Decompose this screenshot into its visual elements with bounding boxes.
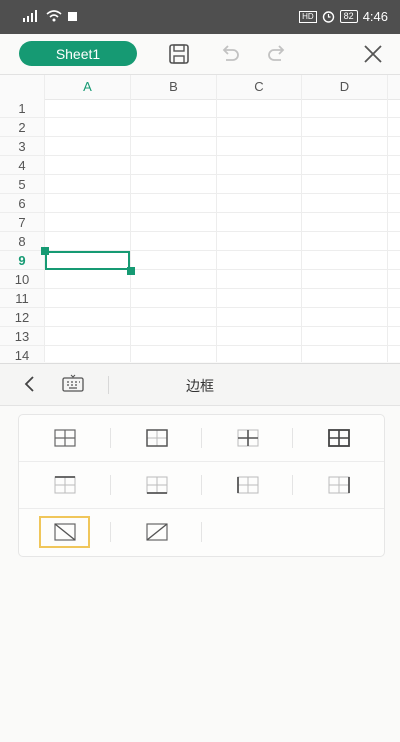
close-button[interactable] <box>360 41 386 67</box>
left-border-option[interactable] <box>202 462 293 508</box>
row-divider <box>0 288 400 289</box>
row-header-7[interactable]: 7 <box>0 213 44 232</box>
redo-button[interactable] <box>264 41 290 67</box>
clock: 4:46 <box>362 9 388 24</box>
spreadsheet-grid[interactable]: A B C D 1 2 3 4 5 6 7 8 9 10 11 12 13 14 <box>0 75 400 362</box>
panel-title: 边框 <box>186 378 214 394</box>
row-divider <box>0 326 400 327</box>
column-header-b[interactable]: B <box>131 75 216 99</box>
bottom-border-option[interactable] <box>111 462 202 508</box>
close-icon <box>364 45 382 63</box>
top-border-option[interactable] <box>19 462 110 508</box>
selected-cell-a9[interactable] <box>45 251 130 270</box>
all-borders-option[interactable] <box>19 415 110 461</box>
row-header-11[interactable]: 11 <box>0 289 44 308</box>
selection-handle-top-left[interactable] <box>41 247 49 255</box>
column-header-a[interactable]: A <box>45 75 130 99</box>
redo-icon <box>268 45 285 61</box>
undo-icon <box>222 45 239 61</box>
row-header-14[interactable]: 14 <box>0 346 44 362</box>
thick-all-borders-option[interactable] <box>293 415 384 461</box>
row-header-4[interactable]: 4 <box>0 156 44 175</box>
selection-handle-bottom-right[interactable] <box>127 267 135 275</box>
column-divider <box>44 75 45 362</box>
right-border-option[interactable] <box>293 462 384 508</box>
left-border-icon <box>236 476 258 494</box>
row-header-6[interactable]: 6 <box>0 194 44 213</box>
top-border-icon <box>54 476 75 494</box>
row-header-13[interactable]: 13 <box>0 327 44 346</box>
row-divider <box>0 174 400 175</box>
save-icon <box>169 44 189 64</box>
sheet-toolbar: Sheet1 <box>0 34 400 75</box>
save-button[interactable] <box>166 41 192 67</box>
border-options-row <box>19 509 384 555</box>
sheet-name-button[interactable]: Sheet1 <box>19 41 137 66</box>
undo-button[interactable] <box>217 41 243 67</box>
border-options-row <box>19 462 384 509</box>
diagonal-up-icon <box>145 523 168 541</box>
row-divider <box>0 212 400 213</box>
inner-borders-option[interactable] <box>202 415 293 461</box>
row-header-8[interactable]: 8 <box>0 232 44 251</box>
column-divider <box>216 75 217 362</box>
column-divider <box>130 75 131 362</box>
thick-borders-icon <box>327 429 350 447</box>
alarm-icon <box>322 11 334 23</box>
column-divider <box>301 75 302 362</box>
hd-badge: HD <box>299 10 317 23</box>
outer-borders-icon <box>145 429 168 447</box>
row-divider <box>0 117 400 118</box>
row-header-2[interactable]: 2 <box>0 118 44 137</box>
column-header-d[interactable]: D <box>302 75 387 99</box>
row-header-5[interactable]: 5 <box>0 175 44 194</box>
row-header-1[interactable]: 1 <box>0 99 44 118</box>
status-left-icons <box>22 10 77 22</box>
all-borders-icon <box>53 429 76 447</box>
right-border-icon <box>328 476 350 494</box>
row-divider <box>0 231 400 232</box>
diagonal-down-icon <box>53 523 76 541</box>
option-separator <box>201 522 202 542</box>
column-header-c[interactable]: C <box>217 75 301 99</box>
row-divider <box>0 307 400 308</box>
notification-icon <box>68 11 77 21</box>
wifi-icon <box>46 10 62 22</box>
row-divider <box>0 155 400 156</box>
status-bar: HD 82 4:46 <box>0 0 400 34</box>
signal-icon <box>23 10 37 22</box>
diagonal-up-border-option[interactable] <box>111 509 202 555</box>
border-options-row <box>19 415 384 462</box>
row-header-3[interactable]: 3 <box>0 137 44 156</box>
row-header-10[interactable]: 10 <box>0 270 44 289</box>
row-divider <box>0 345 400 346</box>
bottom-border-icon <box>146 476 167 494</box>
battery-indicator: 82 <box>339 10 358 23</box>
status-right-icons: HD 82 4:46 <box>299 9 388 24</box>
row-divider <box>0 136 400 137</box>
column-divider <box>387 75 388 362</box>
border-options-grid <box>18 414 385 557</box>
outer-borders-option[interactable] <box>111 415 202 461</box>
border-panel-header: 边框 <box>0 363 400 406</box>
diagonal-down-border-option[interactable] <box>19 509 110 555</box>
row-header-12[interactable]: 12 <box>0 308 44 327</box>
row-header-9[interactable]: 9 <box>0 251 44 270</box>
row-divider <box>0 193 400 194</box>
inner-borders-icon <box>237 429 258 447</box>
